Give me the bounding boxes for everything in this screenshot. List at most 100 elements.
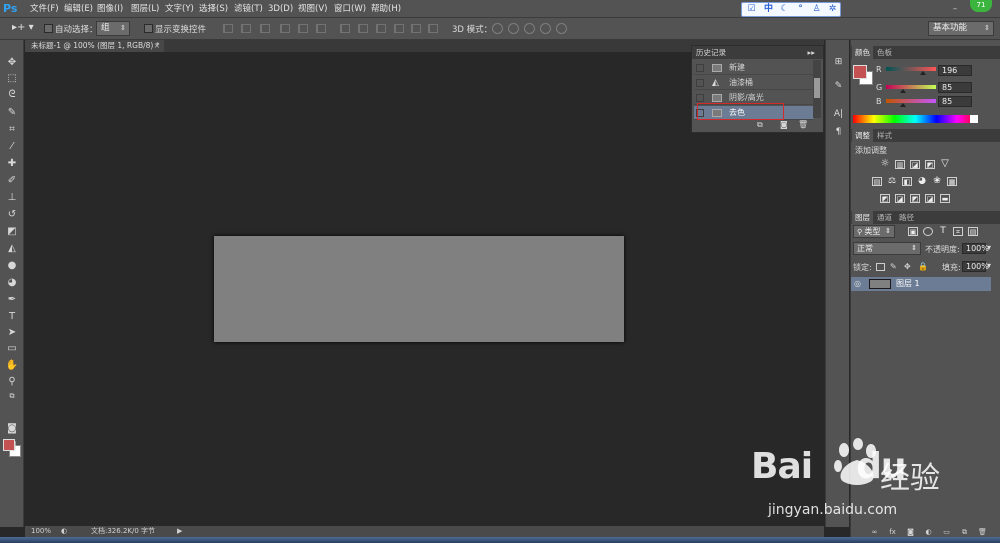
menu-image[interactable]: 图像(I) (97, 0, 123, 18)
character-panel-icon[interactable]: A| (832, 108, 845, 121)
workspace-dropdown[interactable]: 基本功能 ⇕ (928, 21, 994, 36)
new-group-icon[interactable]: ▭ (942, 528, 951, 536)
menu-layer[interactable]: 图层(L) (131, 0, 159, 18)
blue-slider[interactable] (886, 99, 936, 103)
history-step[interactable]: 新建 (694, 61, 814, 75)
menu-type[interactable]: 文字(Y) (165, 0, 194, 18)
history-brush-tool-icon[interactable]: ↺ (4, 208, 20, 222)
menu-3d[interactable]: 3D(D) (268, 0, 293, 18)
marquee-tool-icon[interactable]: ⬚ (4, 72, 20, 86)
color-lookup-icon[interactable]: ▦ (947, 177, 957, 186)
red-slider-thumb[interactable] (920, 71, 926, 75)
menu-edit[interactable]: 编辑(E) (64, 0, 93, 18)
channel-mixer-icon[interactable]: ❀ (932, 177, 942, 186)
lasso-tool-icon[interactable]: ᘓ (4, 88, 20, 102)
minimize-icon[interactable]: – (950, 4, 960, 14)
layer-filter-dropdown[interactable]: ⚲ 类型 ⇕ (853, 225, 895, 238)
dodge-tool-icon[interactable]: ◕ (4, 276, 20, 290)
opacity-slider-arrow-icon[interactable]: ▾ (987, 243, 991, 252)
tab-channels[interactable]: 通道 (874, 211, 895, 224)
link-layers-icon[interactable]: ∞ (870, 528, 879, 536)
hue-saturation-icon[interactable]: ▤ (872, 177, 882, 186)
tab-paths[interactable]: 路径 (896, 211, 917, 224)
ime-settings-icon[interactable]: ✲ (826, 3, 839, 16)
lock-position-icon[interactable]: ✥ (904, 263, 913, 271)
blue-slider-thumb[interactable] (900, 103, 906, 107)
status-info-icon[interactable]: ◐ (61, 526, 67, 537)
history-source-checkbox[interactable] (696, 79, 704, 87)
opacity-field[interactable]: 100% (962, 243, 989, 254)
tab-color[interactable]: 颜色 (852, 46, 873, 59)
curves-icon[interactable]: ◪ (910, 160, 920, 169)
align-left-icon[interactable] (280, 24, 290, 33)
scale-3d-icon[interactable] (556, 23, 567, 34)
red-value-field[interactable]: 196 (938, 65, 972, 76)
menu-select[interactable]: 选择(S) (199, 0, 228, 18)
color-spectrum-bar[interactable] (853, 115, 978, 123)
fill-field[interactable]: 100% (962, 261, 989, 272)
tab-swatches[interactable]: 色板 (874, 46, 895, 59)
paragraph-panel-icon[interactable]: ¶ (832, 126, 845, 139)
collapse-icon[interactable]: ▸▸ (807, 46, 815, 59)
vibrance-icon[interactable]: ▽ (940, 159, 950, 169)
filter-shape-icon[interactable]: ⌗ (953, 227, 963, 236)
ime-chinese-toggle[interactable]: 中 (762, 3, 775, 16)
path-select-tool-icon[interactable]: ➤ (4, 326, 20, 340)
drag-3d-icon[interactable] (524, 23, 535, 34)
auto-select-dropdown[interactable]: 组 ⇕ (96, 21, 130, 36)
type-tool-icon[interactable]: T (4, 310, 20, 324)
navigator-panel-icon[interactable]: ⊞ (832, 56, 845, 69)
add-mask-icon[interactable]: ◙ (906, 528, 915, 536)
red-slider[interactable] (886, 67, 936, 71)
ime-logo-icon[interactable]: ☑ (745, 3, 758, 16)
tab-adjustments[interactable]: 调整 (852, 129, 873, 142)
menu-view[interactable]: 视图(V) (298, 0, 327, 18)
status-menu-arrow-icon[interactable]: ▶ (177, 526, 182, 537)
green-slider[interactable] (886, 85, 936, 89)
filter-pixel-icon[interactable]: ▣ (908, 227, 918, 236)
camera-snapshot-icon[interactable]: ◙ (780, 120, 788, 129)
brush-tool-icon[interactable]: ✐ (4, 174, 20, 188)
tab-styles[interactable]: 样式 (874, 129, 895, 142)
align-right-icon[interactable] (316, 24, 326, 33)
blur-tool-icon[interactable]: ● (4, 259, 20, 273)
rectangle-tool-icon[interactable]: ▭ (4, 342, 20, 356)
distribute-left-icon[interactable] (394, 24, 404, 33)
blue-value-field[interactable]: 85 (938, 96, 972, 107)
levels-icon[interactable]: ▥ (895, 160, 905, 169)
ime-punctuation-icon[interactable]: ° (794, 3, 807, 16)
gradient-map-icon[interactable]: ▬ (940, 194, 950, 203)
ime-halfwidth-icon[interactable]: ☾ (778, 3, 791, 16)
paint-bucket-tool-icon[interactable]: ◭ (4, 242, 20, 256)
brush-presets-icon[interactable]: ✎ (832, 80, 845, 93)
move-tool-preset-icon[interactable]: ▸+ ▾ (12, 22, 34, 33)
layer-style-icon[interactable]: fx (888, 528, 897, 536)
menu-help[interactable]: 帮助(H) (371, 0, 401, 18)
brightness-contrast-icon[interactable]: ☼ (880, 159, 890, 169)
new-document-from-state-icon[interactable]: ⧉ (757, 120, 763, 130)
history-step[interactable]: ◭ 油漆桶 (694, 76, 814, 90)
exposure-icon[interactable]: ◩ (925, 160, 935, 169)
filter-type-icon[interactable]: T (938, 227, 948, 236)
show-transform-checkbox[interactable] (144, 24, 153, 33)
close-icon[interactable]: × (154, 40, 160, 52)
zoom-level[interactable]: 100% (31, 526, 51, 537)
ime-user-icon[interactable]: ♙ (810, 3, 823, 16)
eye-icon[interactable]: ◎ (854, 280, 864, 288)
crop-tool-icon[interactable]: ⌗ (4, 123, 20, 137)
slide-3d-icon[interactable] (540, 23, 551, 34)
healing-brush-tool-icon[interactable]: ✚ (4, 157, 20, 171)
trash-icon[interactable]: 🗑 (798, 120, 808, 129)
pen-tool-icon[interactable]: ✒ (4, 293, 20, 307)
rotate-3d-icon[interactable] (492, 23, 503, 34)
history-panel-header[interactable]: 历史记录 ▸▸ (692, 46, 823, 59)
photo-filter-icon[interactable]: ◕ (917, 177, 927, 186)
lock-all-icon[interactable]: 🔒 (918, 263, 928, 271)
fill-slider-arrow-icon[interactable]: ▾ (987, 261, 991, 270)
history-source-checkbox[interactable] (696, 94, 704, 102)
document-tab[interactable]: 未标题-1 @ 100% (图层 1, RGB/8) * × (25, 40, 165, 52)
hand-tool-icon[interactable]: ✋ (4, 359, 20, 373)
blend-mode-dropdown[interactable]: 正常 ⇕ (853, 242, 921, 255)
align-top-icon[interactable] (223, 24, 233, 33)
spectrum-white-swatch[interactable] (970, 115, 978, 123)
